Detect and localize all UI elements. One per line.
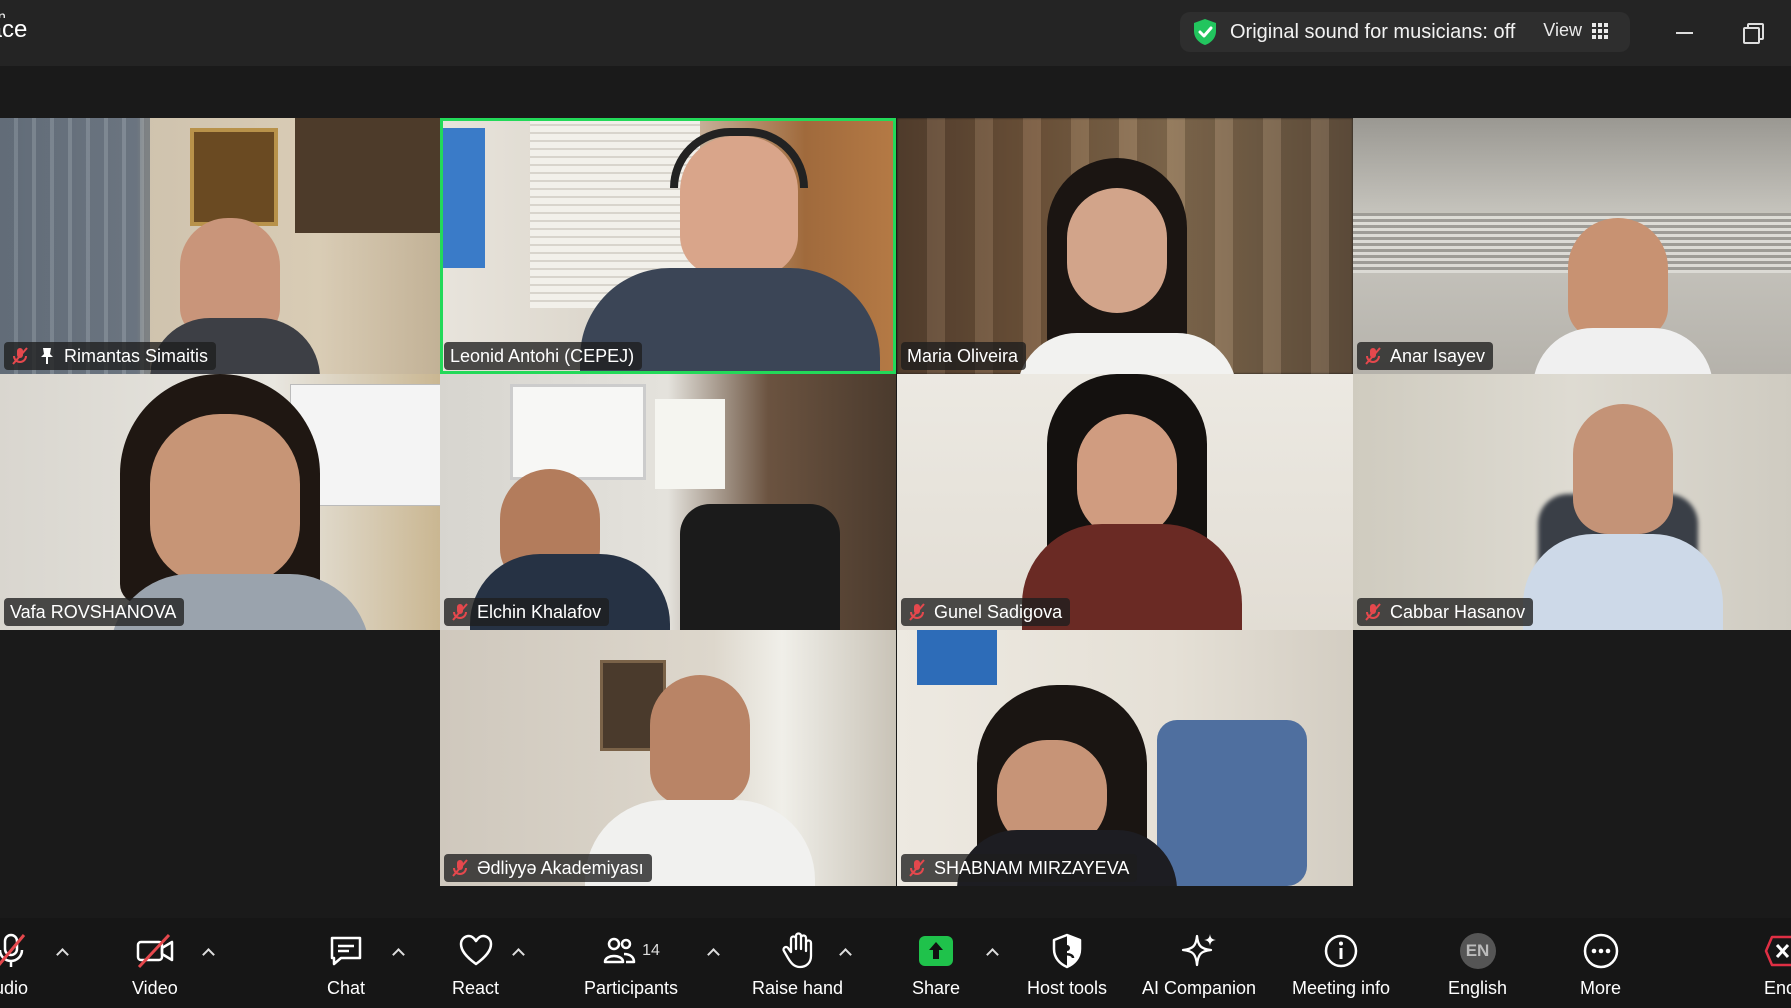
chat-label: Chat [327, 978, 366, 998]
language-label: English [1448, 978, 1508, 998]
participant-name: Anar Isayev [1390, 345, 1486, 366]
name-tag: Elchin Khalafov [444, 598, 610, 626]
view-label: View [1543, 20, 1582, 40]
original-sound-banner[interactable]: Original sound for musicians: off View [1180, 12, 1630, 52]
view-button[interactable]: View [1543, 20, 1608, 41]
video-off-icon [136, 933, 174, 969]
video-options-caret[interactable] [201, 946, 215, 958]
mic-muted-icon [909, 603, 925, 621]
name-tag: Maria Oliveira [901, 342, 1027, 370]
app-title: n kplace [0, 8, 27, 42]
chat-icon [330, 936, 362, 966]
participant-name: Leonid Antohi (CEPEJ) [450, 345, 635, 366]
participant-name: Cabbar Hasanov [1390, 601, 1526, 622]
share-screen-icon [919, 936, 954, 966]
name-tag: Cabbar Hasanov [1357, 598, 1534, 626]
shield-check-icon [1194, 19, 1216, 45]
participants-button[interactable]: 14 Participants [584, 932, 678, 999]
original-sound-status: Original sound for musicians: off [1230, 20, 1516, 43]
raise-hand-label: Raise hand [752, 978, 844, 998]
audio-button[interactable]: udio [0, 932, 28, 999]
mic-muted-icon [1365, 347, 1381, 365]
minimize-button[interactable] [1670, 18, 1698, 46]
name-tag: Ədliyyə Akademiyası [444, 854, 652, 882]
ai-companion-label: AI Companion [1142, 978, 1257, 998]
host-tools-label: Host tools [1027, 978, 1108, 998]
more-dots-icon [1583, 933, 1618, 969]
title-bar: n kplace Original sound for musicians: o… [0, 0, 1791, 66]
end-label: End [1764, 978, 1791, 998]
more-button[interactable]: More [1580, 932, 1621, 999]
video-tile-anar[interactable]: Anar Isayev [1353, 118, 1791, 374]
share-options-caret[interactable] [985, 946, 999, 958]
react-label: React [452, 978, 500, 998]
pin-icon [41, 348, 53, 364]
participant-name: SHABNAM MIRZAYEVA [934, 857, 1130, 878]
raise-hand-options-caret[interactable] [838, 946, 852, 958]
end-x-icon [1764, 935, 1791, 967]
participants-label: Participants [584, 978, 679, 998]
app-title-line2: kplace [0, 16, 28, 43]
audio-label: udio [0, 978, 29, 998]
video-gallery: Rimantas Simaitis Leonid Antohi (CEPEJ) … [0, 66, 1791, 918]
video-tile-elchin[interactable]: Elchin Khalafov [440, 374, 896, 630]
participant-name: Rimantas Simaitis [64, 345, 209, 366]
raise-hand-icon [781, 932, 812, 969]
restore-window-button[interactable] [1738, 18, 1766, 46]
mic-muted-icon [1365, 603, 1381, 621]
ai-companion-button[interactable]: AI Companion [1142, 932, 1256, 999]
name-tag: Rimantas Simaitis [4, 342, 217, 370]
meeting-info-button[interactable]: Meeting info [1292, 932, 1390, 999]
name-tag: Vafa ROVSHANOVA [4, 598, 185, 626]
grid-view-icon [1592, 22, 1608, 39]
language-icon: EN [1459, 933, 1496, 969]
participant-name: Vafa ROVSHANOVA [10, 601, 177, 622]
mic-muted-icon [0, 933, 26, 967]
react-button[interactable]: React [452, 932, 499, 999]
name-tag: SHABNAM MIRZAYEVA [901, 854, 1138, 882]
participant-name: Maria Oliveira [907, 345, 1019, 366]
video-tile-vafa[interactable]: Vafa ROVSHANOVA [0, 374, 456, 630]
participants-options-caret[interactable] [706, 946, 720, 958]
video-tile-shabnam[interactable]: SHABNAM MIRZAYEVA [897, 630, 1353, 886]
host-tools-shield-icon [1052, 933, 1082, 969]
mic-muted-icon [452, 859, 468, 877]
share-label: Share [912, 978, 961, 998]
participant-name: Elchin Khalafov [477, 601, 602, 622]
participants-icon [603, 937, 636, 964]
more-label: More [1580, 978, 1622, 998]
react-options-caret[interactable] [511, 946, 525, 958]
name-tag: Leonid Antohi (CEPEJ) [444, 342, 643, 370]
meeting-controls-toolbar: udio Video Chat React [0, 918, 1791, 1008]
video-tile-maria[interactable]: Maria Oliveira [897, 118, 1353, 374]
share-button[interactable]: Share [912, 932, 960, 999]
audio-options-caret[interactable] [55, 946, 69, 958]
raise-hand-button[interactable]: Raise hand [752, 932, 843, 999]
mic-muted-icon [12, 347, 28, 365]
meeting-info-label: Meeting info [1292, 978, 1391, 998]
language-button[interactable]: EN English [1448, 932, 1507, 999]
chat-options-caret[interactable] [391, 946, 405, 958]
video-tile-rimantas[interactable]: Rimantas Simaitis [0, 118, 456, 374]
participant-name: Ədliyyə Akademiyası [477, 857, 644, 878]
video-button[interactable]: Video [132, 932, 178, 999]
host-tools-button[interactable]: Host tools [1027, 932, 1107, 999]
video-tile-adliyye[interactable]: Ədliyyə Akademiyası [440, 630, 896, 886]
video-tile-cabbar[interactable]: Cabbar Hasanov [1353, 374, 1791, 630]
name-tag: Gunel Sadigova [901, 598, 1071, 626]
participant-name: Gunel Sadigova [934, 601, 1063, 622]
chat-button[interactable]: Chat [327, 932, 365, 999]
info-icon [1324, 934, 1358, 968]
video-tile-gunel[interactable]: Gunel Sadigova [897, 374, 1353, 630]
name-tag: Anar Isayev [1357, 342, 1494, 370]
participants-count: 14 [642, 942, 660, 959]
video-tile-leonid[interactable]: Leonid Antohi (CEPEJ) [440, 118, 896, 374]
heart-icon [459, 934, 492, 966]
video-label: Video [132, 978, 178, 998]
mic-muted-icon [909, 859, 925, 877]
end-meeting-button[interactable]: End [1764, 932, 1791, 999]
mic-muted-icon [452, 603, 468, 621]
ai-sparkle-icon [1181, 934, 1217, 967]
